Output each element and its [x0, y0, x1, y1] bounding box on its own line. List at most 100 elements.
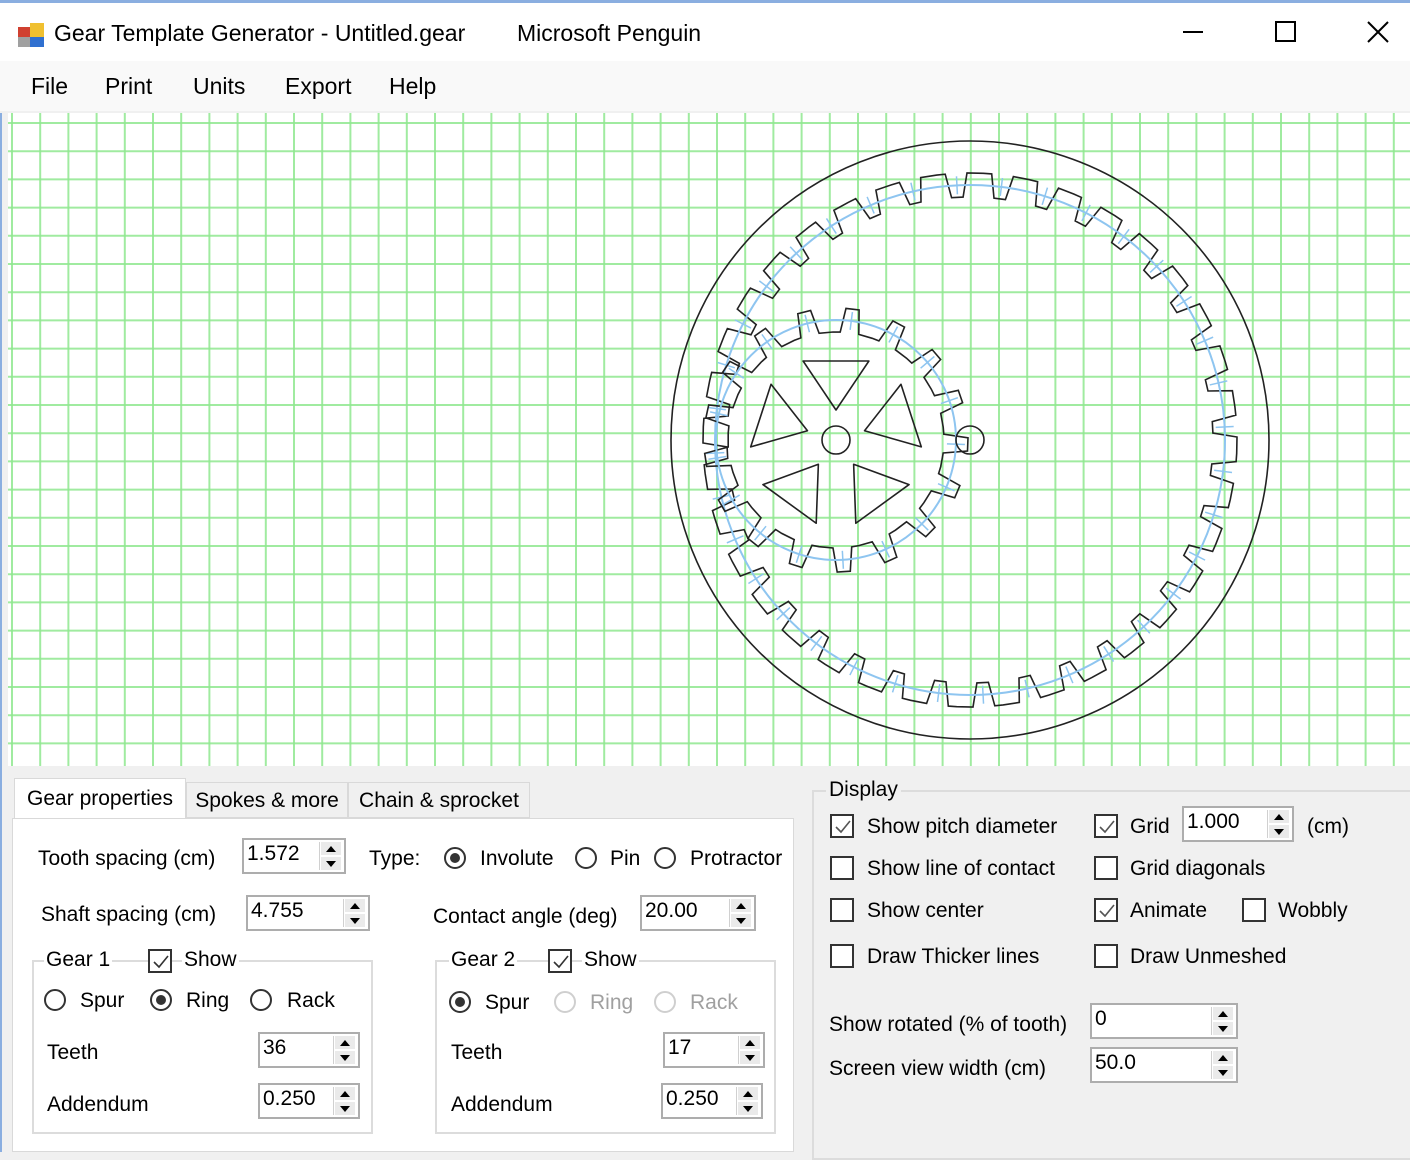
spin-down-button[interactable]	[335, 1051, 355, 1064]
display-group	[812, 790, 1410, 1160]
type-protractor-label[interactable]: Protractor	[690, 847, 782, 871]
animate-label[interactable]: Animate	[1130, 899, 1207, 923]
type-protractor-radio[interactable]	[654, 847, 676, 869]
spin-down-button[interactable]	[345, 914, 365, 927]
gear1-spur-radio[interactable]	[44, 989, 66, 1011]
gear2-show-checkbox[interactable]	[548, 949, 572, 973]
show-line-of-contact-label[interactable]: Show line of contact	[867, 857, 1055, 881]
gear1-teeth-spinner[interactable]: 36	[258, 1032, 360, 1068]
spin-up-button[interactable]	[1213, 1051, 1233, 1064]
contact-angle-spinner[interactable]: 20.00	[640, 895, 756, 931]
spin-down-button[interactable]	[740, 1051, 760, 1064]
grid-size-value[interactable]: 1.000	[1187, 810, 1240, 834]
spin-up-button[interactable]	[1269, 810, 1289, 823]
menu-file[interactable]: File	[31, 73, 68, 100]
spin-down-button[interactable]	[335, 1102, 355, 1115]
menu-bar: File Print Units Export Help	[0, 61, 1410, 111]
spin-down-button[interactable]	[738, 1102, 758, 1115]
arrow-down-icon	[745, 1054, 755, 1061]
minimize-button[interactable]	[1148, 3, 1240, 61]
tab-gear-properties[interactable]: Gear properties	[14, 778, 186, 820]
type-pin-radio[interactable]	[575, 847, 597, 869]
type-involute-label[interactable]: Involute	[480, 847, 554, 871]
draw-thicker-lines-checkbox[interactable]	[830, 944, 854, 968]
gear2-show-label[interactable]: Show	[582, 948, 639, 972]
menu-print[interactable]: Print	[105, 73, 152, 100]
show-rotated-value[interactable]: 0	[1095, 1007, 1107, 1031]
draw-unmeshed-checkbox[interactable]	[1094, 944, 1118, 968]
gear2-spur-radio[interactable]	[449, 991, 471, 1013]
animate-checkbox[interactable]	[1094, 898, 1118, 922]
gear1-title: Gear 1	[44, 948, 113, 972]
gear2-teeth-spinner[interactable]: 17	[663, 1032, 765, 1068]
show-pitch-diameter-label[interactable]: Show pitch diameter	[867, 815, 1057, 839]
grid-diagonals-checkbox[interactable]	[1094, 856, 1118, 880]
spin-up-button[interactable]	[740, 1036, 760, 1049]
spin-up-button[interactable]	[321, 842, 341, 855]
spin-up-button[interactable]	[1213, 1007, 1233, 1020]
maximize-button[interactable]	[1240, 3, 1332, 61]
menu-export[interactable]: Export	[285, 73, 351, 100]
gear2-ring-label: Ring	[590, 991, 634, 1014]
arrow-down-icon	[1218, 1069, 1228, 1076]
spin-down-button[interactable]	[1269, 825, 1289, 838]
spin-down-button[interactable]	[321, 857, 341, 870]
arrow-down-icon	[340, 1054, 350, 1061]
spin-up-button[interactable]	[335, 1087, 355, 1100]
spin-up-button[interactable]	[738, 1087, 758, 1100]
contact-angle-value[interactable]: 20.00	[645, 899, 698, 923]
shaft-spacing-value[interactable]: 4.755	[251, 899, 304, 923]
gear1-ring-label[interactable]: Ring	[186, 989, 229, 1013]
ring-pitch-tick	[1215, 425, 1234, 429]
spin-down-button[interactable]	[731, 914, 751, 927]
show-pitch-diameter-checkbox[interactable]	[830, 814, 854, 838]
spin-up-button[interactable]	[731, 899, 751, 912]
gear1-addendum-spinner[interactable]: 0.250	[258, 1083, 360, 1119]
show-center-checkbox[interactable]	[830, 898, 854, 922]
show-line-of-contact-checkbox[interactable]	[830, 856, 854, 880]
ring-pitch-tick	[849, 658, 859, 676]
gear1-teeth-value[interactable]: 36	[263, 1036, 286, 1060]
draw-thicker-lines-label[interactable]: Draw Thicker lines	[867, 945, 1039, 969]
spin-up-button[interactable]	[335, 1036, 355, 1049]
show-rotated-spinner[interactable]: 0	[1090, 1003, 1238, 1039]
type-involute-radio[interactable]	[444, 847, 466, 869]
gear2-spur-label[interactable]: Spur	[485, 991, 529, 1015]
gear2-rack-radio	[654, 991, 676, 1013]
tab-spokes-and-more[interactable]: Spokes & more	[186, 782, 348, 818]
screen-view-width-value[interactable]: 50.0	[1095, 1051, 1136, 1075]
menu-units[interactable]: Units	[193, 73, 245, 100]
gear1-show-checkbox[interactable]	[148, 949, 172, 973]
grid-checkbox[interactable]	[1094, 814, 1118, 838]
menu-help[interactable]: Help	[389, 73, 436, 100]
type-pin-label[interactable]: Pin	[610, 847, 640, 871]
wobbly-label[interactable]: Wobbly	[1278, 899, 1348, 923]
show-center-label[interactable]: Show center	[867, 899, 984, 923]
tab-chain-and-sprocket[interactable]: Chain & sprocket	[348, 782, 530, 818]
gear-canvas[interactable]	[8, 113, 1410, 766]
tooth-spacing-spinner[interactable]: 1.572	[242, 838, 346, 874]
gear1-spur-label[interactable]: Spur	[80, 989, 124, 1013]
spin-down-button[interactable]	[1213, 1022, 1233, 1035]
gear1-ring-radio[interactable]	[150, 989, 172, 1011]
wobbly-checkbox[interactable]	[1242, 898, 1266, 922]
grid-diagonals-label[interactable]: Grid diagonals	[1130, 857, 1265, 881]
gear1-addendum-value[interactable]: 0.250	[263, 1087, 316, 1111]
spin-up-button[interactable]	[345, 899, 365, 912]
spur-pitch-circle	[715, 319, 957, 561]
gear2-teeth-value[interactable]: 17	[668, 1036, 691, 1060]
spin-down-button[interactable]	[1213, 1066, 1233, 1079]
close-button[interactable]	[1332, 3, 1410, 61]
grid-size-spinner[interactable]: 1.000	[1182, 806, 1294, 842]
draw-unmeshed-label[interactable]: Draw Unmeshed	[1130, 945, 1286, 969]
gear1-show-label[interactable]: Show	[182, 948, 239, 972]
gear1-rack-radio[interactable]	[250, 989, 272, 1011]
shaft-spacing-spinner[interactable]: 4.755	[246, 895, 370, 931]
gear2-addendum-spinner[interactable]: 0.250	[661, 1083, 763, 1119]
gear1-rack-label[interactable]: Rack	[287, 989, 335, 1013]
screen-view-width-spinner[interactable]: 50.0	[1090, 1047, 1238, 1083]
gear2-addendum-value[interactable]: 0.250	[666, 1087, 719, 1111]
tooth-spacing-value[interactable]: 1.572	[247, 842, 300, 866]
tooth-spacing-label: Tooth spacing (cm)	[38, 847, 216, 870]
grid-label[interactable]: Grid	[1130, 815, 1170, 839]
